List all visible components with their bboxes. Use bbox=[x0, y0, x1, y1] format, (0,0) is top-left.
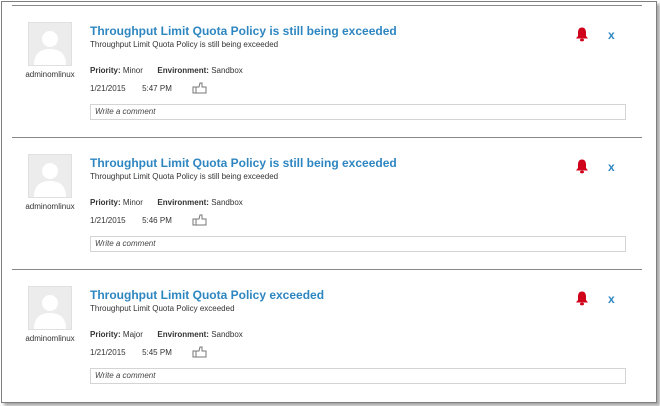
alert-item: adminomlinux Throughput Limit Quota Poli… bbox=[12, 5, 642, 138]
comment-input[interactable]: Write a comment bbox=[90, 236, 626, 252]
alert-subtitle: Throughput Limit Quota Policy exceeded bbox=[90, 304, 235, 313]
bell-icon[interactable] bbox=[574, 158, 590, 174]
alert-date: 1/21/2015 bbox=[90, 216, 126, 225]
alert-time: 5:45 PM bbox=[142, 348, 172, 357]
username: adminomlinux bbox=[25, 202, 75, 211]
alert-date: 1/21/2015 bbox=[90, 348, 126, 357]
alert-meta: Priority: Minor Environment: Sandbox bbox=[90, 198, 243, 207]
alert-item: adminomlinux Throughput Limit Quota Poli… bbox=[12, 137, 642, 270]
alert-meta: Priority: Major Environment: Sandbox bbox=[90, 330, 243, 339]
environment-value: Sandbox bbox=[211, 198, 243, 207]
environment-label: Environment: bbox=[157, 66, 209, 75]
alert-time: 5:47 PM bbox=[142, 84, 172, 93]
avatar bbox=[28, 286, 72, 330]
priority-value: Minor bbox=[122, 198, 143, 207]
alerts-panel: adminomlinux Throughput Limit Quota Poli… bbox=[1, 1, 657, 403]
avatar-placeholder-icon bbox=[29, 23, 71, 65]
avatar bbox=[28, 22, 72, 66]
alert-timestamp: 1/21/2015 5:45 PM bbox=[90, 348, 172, 357]
username: adminomlinux bbox=[25, 70, 75, 79]
alert-subtitle: Throughput Limit Quota Policy is still b… bbox=[90, 40, 279, 49]
username: adminomlinux bbox=[25, 334, 75, 343]
comment-input[interactable]: Write a comment bbox=[90, 368, 626, 384]
priority-label: Priority: bbox=[90, 66, 121, 75]
avatar-placeholder-icon bbox=[29, 287, 71, 329]
alert-subtitle: Throughput Limit Quota Policy is still b… bbox=[90, 172, 279, 181]
environment-label: Environment: bbox=[157, 330, 209, 339]
avatar-placeholder-icon bbox=[29, 155, 71, 197]
close-icon[interactable]: x bbox=[608, 292, 615, 306]
avatar bbox=[28, 154, 72, 198]
like-icon[interactable] bbox=[192, 214, 208, 226]
priority-value: Minor bbox=[122, 66, 143, 75]
bell-icon[interactable] bbox=[574, 290, 590, 306]
alert-meta: Priority: Minor Environment: Sandbox bbox=[90, 66, 243, 75]
like-icon[interactable] bbox=[192, 346, 208, 358]
alert-title[interactable]: Throughput Limit Quota Policy is still b… bbox=[90, 156, 397, 170]
environment-value: Sandbox bbox=[211, 66, 243, 75]
alert-item: adminomlinux Throughput Limit Quota Poli… bbox=[12, 269, 642, 402]
priority-label: Priority: bbox=[90, 330, 121, 339]
alert-timestamp: 1/21/2015 5:47 PM bbox=[90, 84, 172, 93]
alert-title[interactable]: Throughput Limit Quota Policy exceeded bbox=[90, 288, 324, 302]
alert-date: 1/21/2015 bbox=[90, 84, 126, 93]
alert-title[interactable]: Throughput Limit Quota Policy is still b… bbox=[90, 24, 397, 38]
priority-label: Priority: bbox=[90, 198, 121, 207]
environment-label: Environment: bbox=[157, 198, 209, 207]
priority-value: Major bbox=[122, 330, 143, 339]
alert-timestamp: 1/21/2015 5:46 PM bbox=[90, 216, 172, 225]
bell-icon[interactable] bbox=[574, 26, 590, 42]
close-icon[interactable]: x bbox=[608, 160, 615, 174]
close-icon[interactable]: x bbox=[608, 28, 615, 42]
comment-input[interactable]: Write a comment bbox=[90, 104, 626, 120]
alert-time: 5:46 PM bbox=[142, 216, 172, 225]
like-icon[interactable] bbox=[192, 82, 208, 94]
environment-value: Sandbox bbox=[211, 330, 243, 339]
